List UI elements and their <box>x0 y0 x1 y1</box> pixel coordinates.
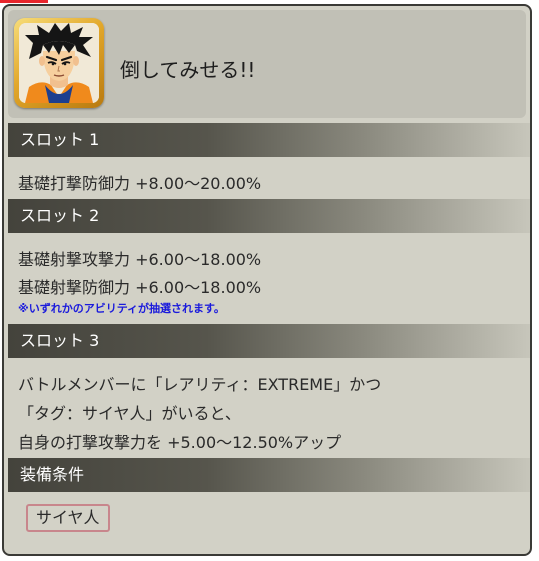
slot-2-effect-2: 基礎射撃防御力 +6.00〜18.00% <box>18 278 262 297</box>
slot-3-header: スロット 3 <box>8 324 530 358</box>
goku-face-icon <box>19 23 99 103</box>
equip-tag-saiyan-button[interactable]: サイヤ人 <box>26 504 110 532</box>
slot-1-header: スロット 1 <box>8 123 530 157</box>
ability-header: 倒してみせる!! <box>8 10 526 118</box>
slot-3-effect-1: バトルメンバーに「レアリティ：EXTREME」かつ <box>18 375 382 394</box>
slot-2-effect-1: 基礎射撃攻撃力 +6.00〜18.00% <box>18 250 262 269</box>
slot-1-effect: 基礎打撃防御力 +8.00〜20.00% <box>18 174 262 193</box>
ability-panel: 倒してみせる!! スロット 1 基礎打撃防御力 +8.00〜20.00% スロッ… <box>2 4 532 556</box>
ability-title: 倒してみせる!! <box>120 58 256 82</box>
character-portrait[interactable] <box>14 18 104 108</box>
equip-condition-header: 装備条件 <box>8 458 530 492</box>
slot-2-lottery-note: ※いずれかのアビリティが抽選されます。 <box>18 302 225 315</box>
slot-3-effect-3: 自身の打撃攻撃力を +5.00〜12.50%アップ <box>18 433 342 452</box>
portrait-image <box>19 23 99 103</box>
slot-2-header: スロット 2 <box>8 199 530 233</box>
slot-3-effect-2: 「タグ：サイヤ人」がいると、 <box>18 404 241 423</box>
top-accent-bar <box>0 0 48 3</box>
